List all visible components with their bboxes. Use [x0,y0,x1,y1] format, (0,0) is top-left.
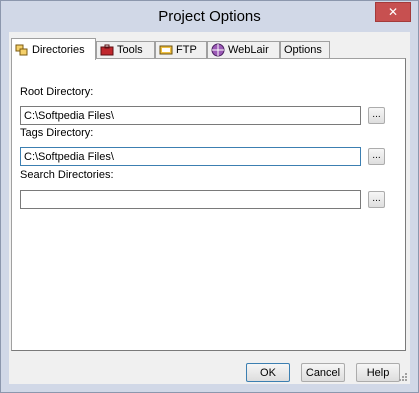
title-bar[interactable]: Project Options ✕ [1,1,418,32]
dialog-client-area: Directories Tools FTP WebLair Options Ro… [9,32,410,384]
weblair-icon [211,43,225,57]
tab-options[interactable]: Options [280,41,330,58]
cancel-button[interactable]: Cancel [301,363,345,382]
ok-button[interactable]: OK [246,363,290,382]
tab-weblair-label: WebLair [228,44,269,56]
project-options-dialog: Project Options ✕ Directories Tools FTP … [0,0,419,393]
tags-directory-label: Tags Directory: [20,127,94,139]
tab-directories-label: Directories [32,43,85,56]
ftp-icon [159,43,173,57]
tab-ftp[interactable]: FTP [155,41,207,58]
tab-weblair[interactable]: WebLair [207,41,280,58]
tags-directory-browse-button[interactable]: ... [368,148,385,165]
search-directories-browse-button[interactable]: ... [368,191,385,208]
window-title: Project Options [158,8,261,25]
tab-tools[interactable]: Tools [96,41,155,58]
tab-tools-label: Tools [117,44,143,56]
root-directory-input[interactable] [20,106,361,125]
root-directory-label: Root Directory: [20,86,94,98]
help-button[interactable]: Help [356,363,400,382]
tab-strip: Directories Tools FTP WebLair Options [9,38,410,60]
search-directories-input[interactable] [20,190,361,209]
tab-options-label: Options [284,44,322,56]
root-directory-browse-button[interactable]: ... [368,107,385,124]
tab-directories[interactable]: Directories [11,38,96,60]
directories-icon [15,43,29,57]
directories-panel: Root Directory: ... Tags Directory: ... … [11,58,406,351]
toolbox-icon [100,43,114,57]
tags-directory-input[interactable] [20,147,361,166]
search-directories-label: Search Directories: [20,169,114,181]
tab-ftp-label: FTP [176,44,197,56]
resize-grip-icon[interactable] [398,372,408,382]
close-button[interactable]: ✕ [375,2,411,22]
